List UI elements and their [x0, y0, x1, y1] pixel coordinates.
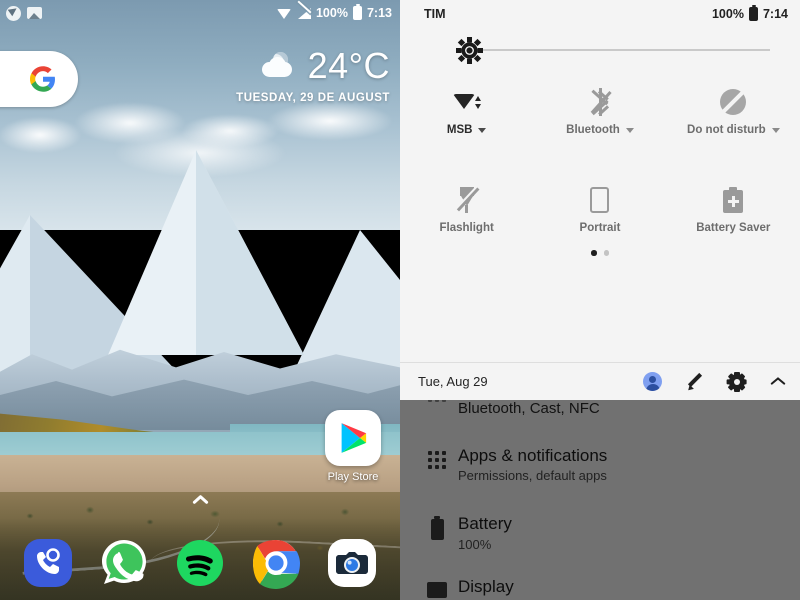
qs-clock: 7:14 — [762, 7, 788, 21]
weather-date: TUESDAY, 29 DE AUGUST — [236, 92, 390, 104]
qs-tile-row-1: MSB Bluetooth Do not disturb — [400, 70, 800, 136]
qs-tile-label: Battery Saver — [696, 222, 771, 234]
dock-app-spotify[interactable] — [174, 537, 226, 589]
brightness-track[interactable] — [458, 49, 770, 51]
do-not-disturb-icon — [720, 80, 747, 124]
brightness-slider[interactable] — [436, 32, 780, 70]
battery-full-icon — [748, 4, 758, 21]
qs-tile-bluetooth[interactable]: Bluetooth — [533, 70, 666, 136]
home-clock: 7:13 — [366, 6, 392, 20]
app-icon-play-store[interactable]: Play Store — [325, 410, 381, 483]
carrier-name: TIM — [424, 7, 446, 21]
rotation-lock-icon — [590, 178, 610, 222]
qs-tile-wifi[interactable]: MSB — [400, 70, 533, 136]
google-g-logo — [30, 66, 55, 92]
qs-footer: Tue, Aug 29 — [400, 362, 800, 400]
page-dot-active[interactable] — [591, 250, 597, 256]
wifi-icon — [277, 8, 292, 19]
qs-tile-battery-saver[interactable]: Battery Saver — [667, 168, 800, 234]
qs-tile-label: Do not disturb — [687, 124, 766, 136]
dock-app-phone[interactable] — [22, 537, 74, 589]
dock — [0, 532, 400, 594]
dock-app-camera[interactable] — [326, 537, 378, 589]
pencil-icon[interactable] — [686, 372, 704, 392]
user-avatar-icon[interactable] — [643, 372, 662, 391]
google-search-widget[interactable] — [0, 51, 78, 107]
qs-tile-do-not-disturb[interactable]: Do not disturb — [667, 70, 800, 136]
play-store-icon — [325, 410, 381, 466]
battery-full-icon — [352, 3, 362, 20]
dock-app-chrome[interactable] — [250, 537, 302, 589]
chevron-up-icon[interactable] — [770, 377, 786, 387]
qs-footer-date: Tue, Aug 29 — [418, 374, 488, 389]
weather-temperature: 24°C — [307, 45, 390, 86]
battery-saver-icon — [723, 178, 744, 222]
dim-scrim — [400, 400, 800, 600]
brightness-sun-icon[interactable] — [455, 37, 483, 64]
qs-page-indicator — [400, 250, 800, 256]
home-status-bar: 100% 7:13 — [0, 0, 400, 26]
photo-icon — [27, 7, 42, 19]
qs-tile-label: MSB — [446, 124, 473, 136]
chevron-down-icon[interactable] — [771, 127, 780, 133]
qs-tile-flashlight[interactable]: Flashlight — [400, 168, 533, 234]
qs-tile-row-2: Flashlight Portrait Battery Saver — [400, 168, 800, 234]
chevron-down-icon[interactable] — [625, 127, 634, 133]
quick-settings-screen[interactable]: Bluetooth, Cast, NFC Apps & notification… — [400, 0, 800, 600]
chevron-up-icon[interactable] — [192, 494, 209, 504]
qs-tile-portrait[interactable]: Portrait — [533, 168, 666, 234]
page-dot[interactable] — [603, 250, 609, 256]
wifi-icon — [452, 80, 481, 124]
quick-settings-panel: TIM 100% 7:14 MSB Bluetooth Do not distu… — [400, 0, 800, 400]
cloud-moon-icon — [260, 52, 300, 80]
location-arrow-icon — [6, 5, 21, 21]
qs-battery-percent: 100% — [711, 7, 744, 21]
flashlight-off-icon — [455, 178, 480, 222]
weather-widget[interactable]: 24°C TUESDAY, 29 DE AUGUST — [236, 45, 390, 105]
bluetooth-off-icon — [590, 80, 612, 124]
app-label: Play Store — [327, 471, 379, 483]
home-battery-percent: 100% — [315, 6, 348, 20]
dock-app-whatsapp[interactable] — [98, 537, 150, 589]
cellular-signal-off-icon — [297, 7, 311, 19]
home-screen[interactable]: 100% 7:13 24°C TUESDAY, 29 DE AUGUST Pla… — [0, 0, 400, 600]
chevron-down-icon[interactable] — [478, 127, 487, 133]
qs-tile-label: Bluetooth — [566, 124, 620, 136]
qs-status-bar: TIM 100% 7:14 — [400, 0, 800, 28]
gear-icon[interactable] — [727, 371, 747, 392]
qs-tile-label: Flashlight — [439, 222, 494, 234]
qs-tile-label: Portrait — [579, 222, 621, 234]
screenshot-root: 100% 7:13 24°C TUESDAY, 29 DE AUGUST Pla… — [0, 0, 800, 600]
